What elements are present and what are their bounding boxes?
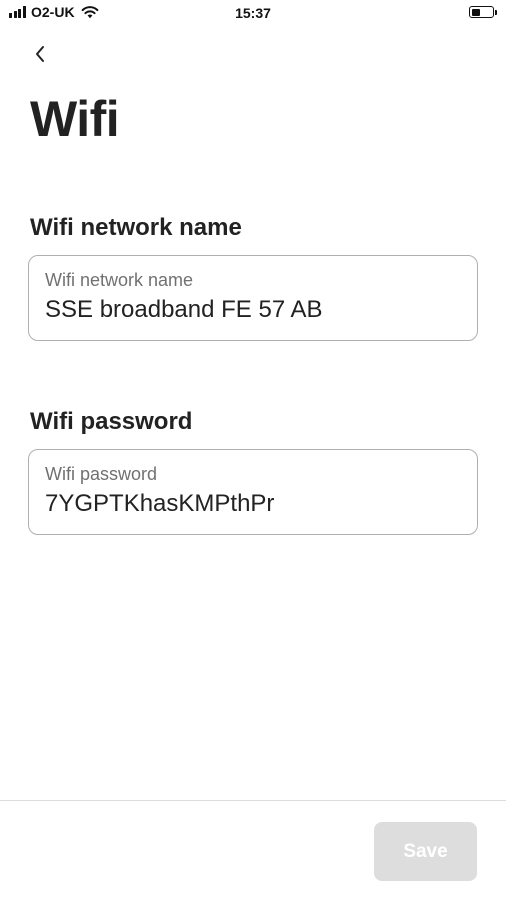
password-field[interactable]: Wifi password 7YGPTKhasKMPthPr [28,449,478,535]
network-name-heading: Wifi network name [30,214,242,241]
password-heading: Wifi password [30,408,193,435]
status-bar: O2-UK 15:37 [0,0,506,26]
save-button[interactable]: Save [374,822,477,881]
back-button[interactable] [24,38,56,70]
password-input[interactable]: 7YGPTKhasKMPthPr [45,490,274,518]
network-name-input[interactable]: SSE broadband FE 57 AB [45,296,323,324]
battery-fill [471,8,480,16]
chevron-left-icon[interactable] [34,45,46,63]
network-name-field[interactable]: Wifi network name SSE broadband FE 57 AB [28,255,478,341]
wifi-settings-screen: O2-UK 15:37 Wifi Wifi network name Wifi … [0,0,506,900]
battery-tip [495,9,497,15]
battery-icon [469,6,497,18]
footer-bar: Save [0,800,506,900]
password-field-label: Wifi password [45,464,158,484]
page-title: Wifi [30,91,120,147]
status-time: 15:37 [235,5,271,21]
battery-body [469,6,494,18]
network-name-field-label: Wifi network name [45,270,194,290]
